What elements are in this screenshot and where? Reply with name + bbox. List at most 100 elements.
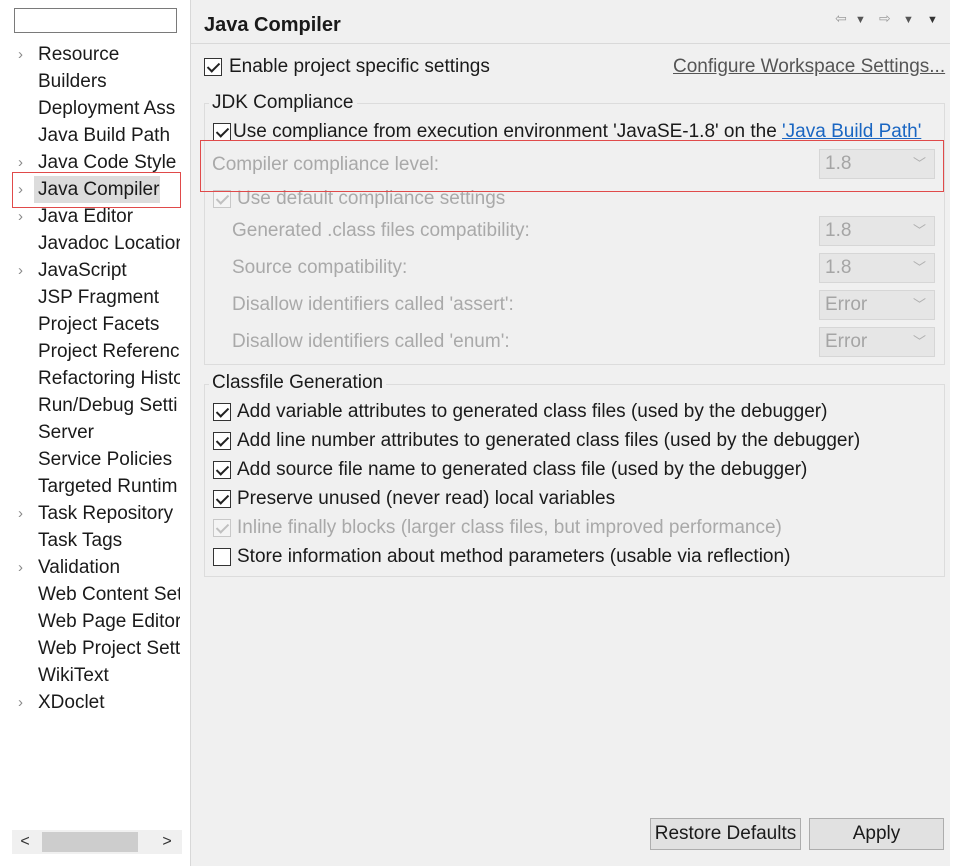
tree-item-label: JSP Fragment	[38, 287, 160, 308]
tree-item[interactable]: Service Policies	[0, 446, 190, 473]
classfile-option-checkbox[interactable]	[213, 548, 231, 566]
view-menu-icon[interactable]: ▼	[927, 14, 938, 26]
tree-item[interactable]: Project Facets	[0, 311, 190, 338]
tree-item-label: Project Referenc	[38, 341, 180, 362]
source-compat-value: 1.8	[825, 257, 852, 278]
classfile-option-checkbox[interactable]	[213, 403, 231, 421]
java-build-path-link[interactable]: 'Java Build Path'	[782, 121, 921, 142]
classfile-option-label: Store information about method parameter…	[237, 546, 791, 567]
tree-item[interactable]: Web Project Sett	[0, 635, 190, 662]
tree-item-label: Web Page Editor	[38, 611, 180, 632]
chevron-right-icon[interactable]: ›	[18, 689, 32, 716]
tree-item[interactable]: › Validation	[0, 554, 190, 581]
tree-item[interactable]: Web Content Set	[0, 581, 190, 608]
enable-specific-label: Enable project specific settings	[229, 56, 490, 77]
tree-item[interactable]: Java Build Path	[0, 122, 190, 149]
generated-compat-label: Generated .class files compatibility:	[232, 220, 530, 241]
apply-button[interactable]: Apply	[809, 818, 944, 850]
chevron-right-icon[interactable]: ›	[18, 257, 32, 284]
compliance-highlight-box	[200, 140, 944, 192]
title-separator	[191, 43, 950, 44]
chevron-right-icon[interactable]: ›	[18, 500, 32, 527]
tree-item[interactable]: Javadoc Locatior	[0, 230, 190, 257]
scrollbar-thumb[interactable]	[42, 832, 138, 852]
selection-highlight-box	[12, 172, 181, 208]
tree-item[interactable]: WikiText	[0, 662, 190, 689]
tree-item[interactable]: JSP Fragment	[0, 284, 190, 311]
chevron-down-icon: ﹀	[912, 223, 926, 238]
generated-compat-value: 1.8	[825, 220, 852, 241]
use-env-compliance-text: Use compliance from execution environmen…	[233, 121, 783, 142]
horizontal-scrollbar[interactable]: < >	[12, 830, 182, 854]
page-title: Java Compiler	[204, 14, 341, 36]
classfile-option-label: Add variable attributes to generated cla…	[237, 401, 828, 422]
tree-item-label: Server	[38, 422, 94, 443]
tree-item-label: Javadoc Locatior	[38, 233, 180, 254]
chevron-down-icon: ﹀	[912, 334, 926, 349]
tree-item-label: Java Build Path	[38, 125, 171, 146]
tree-item-label: Web Content Set	[38, 584, 180, 605]
disallow-assert-label: Disallow identifiers called 'assert':	[232, 294, 514, 315]
classfile-option-label: Inline finally blocks (larger class file…	[237, 517, 782, 538]
tree-item-label: Project Facets	[38, 314, 160, 335]
tree-item-label: JavaScript	[38, 260, 127, 281]
tree-item-label: Refactoring Histo	[38, 368, 180, 389]
scroll-left-icon[interactable]: <	[16, 832, 34, 852]
tree-item[interactable]: Project Referenc	[0, 338, 190, 365]
chevron-down-icon: ﹀	[912, 260, 926, 275]
tree-item-label: Validation	[38, 557, 121, 578]
tree-item[interactable]: Task Tags	[0, 527, 190, 554]
classfile-option-checkbox[interactable]	[213, 490, 231, 508]
tree-item-label: Task Tags	[38, 530, 123, 551]
tree-item[interactable]: › Resource	[0, 41, 190, 68]
disallow-enum-label: Disallow identifiers called 'enum':	[232, 331, 510, 352]
tree-item-label: Service Policies	[38, 449, 173, 470]
tree-item-label: Web Project Sett	[38, 638, 180, 659]
chevron-right-icon[interactable]: ›	[18, 554, 32, 581]
tree-item[interactable]: Run/Debug Setti	[0, 392, 190, 419]
back-menu-icon[interactable]: ▼	[855, 14, 866, 26]
tree-item[interactable]: Targeted Runtim	[0, 473, 190, 500]
source-compat-combo[interactable]: 1.8 ﹀	[819, 253, 935, 283]
tree-item-label: Targeted Runtim	[38, 476, 178, 497]
use-env-compliance-checkbox[interactable]	[213, 123, 231, 141]
disallow-assert-value: Error	[825, 294, 868, 315]
enable-specific-checkbox[interactable]	[204, 58, 222, 76]
jdk-compliance-title: JDK Compliance	[209, 92, 357, 114]
configure-workspace-link[interactable]: Configure Workspace Settings...	[673, 56, 945, 78]
scroll-right-icon[interactable]: >	[158, 832, 176, 852]
tree-item[interactable]: Web Page Editor	[0, 608, 190, 635]
classfile-option-checkbox[interactable]	[213, 432, 231, 450]
classfile-option-checkbox[interactable]	[213, 461, 231, 479]
disallow-enum-combo[interactable]: Error ﹀	[819, 327, 935, 357]
restore-defaults-button[interactable]: Restore Defaults	[650, 818, 801, 850]
property-page: Java Compiler ⇦ ▼ ⇨ ▼ ▼ Enable project s…	[191, 0, 950, 866]
classfile-option-checkbox[interactable]	[213, 519, 231, 537]
preferences-tree-panel: › Resource Builders Deployment Ass Java Buil…	[0, 0, 191, 866]
disallow-enum-value: Error	[825, 331, 868, 352]
tree-item[interactable]: › JavaScript	[0, 257, 190, 284]
forward-menu-icon[interactable]: ▼	[903, 14, 914, 26]
tree-item[interactable]: Builders	[0, 68, 190, 95]
generated-compat-combo[interactable]: 1.8 ﹀	[819, 216, 935, 246]
tree-item[interactable]: Server	[0, 419, 190, 446]
tree-item-label: Task Repository	[38, 503, 174, 524]
chevron-right-icon[interactable]: ›	[18, 41, 32, 68]
disallow-assert-combo[interactable]: Error ﹀	[819, 290, 935, 320]
classfile-option-label: Add source file name to generated class …	[237, 459, 808, 480]
forward-arrow-icon[interactable]: ⇨	[879, 10, 891, 27]
tree-item[interactable]: Refactoring Histo	[0, 365, 190, 392]
tree-item[interactable]: Deployment Ass	[0, 95, 190, 122]
tree-item-label: Deployment Ass	[38, 98, 176, 119]
tree-item[interactable]: › XDoclet	[0, 689, 190, 716]
classfile-option-label: Add line number attributes to generated …	[237, 430, 861, 451]
filter-input[interactable]	[14, 8, 177, 33]
tree-item[interactable]: › Task Repository	[0, 500, 190, 527]
back-arrow-icon[interactable]: ⇦	[835, 10, 847, 27]
use-default-compliance-checkbox[interactable]	[213, 190, 231, 208]
classfile-option-label: Preserve unused (never read) local varia…	[237, 488, 616, 509]
tree-item-label: Run/Debug Setti	[38, 395, 178, 416]
tree-item-label: Resource	[38, 44, 120, 65]
source-compat-label: Source compatibility:	[232, 257, 408, 278]
classfile-generation-title: Classfile Generation	[209, 372, 387, 394]
